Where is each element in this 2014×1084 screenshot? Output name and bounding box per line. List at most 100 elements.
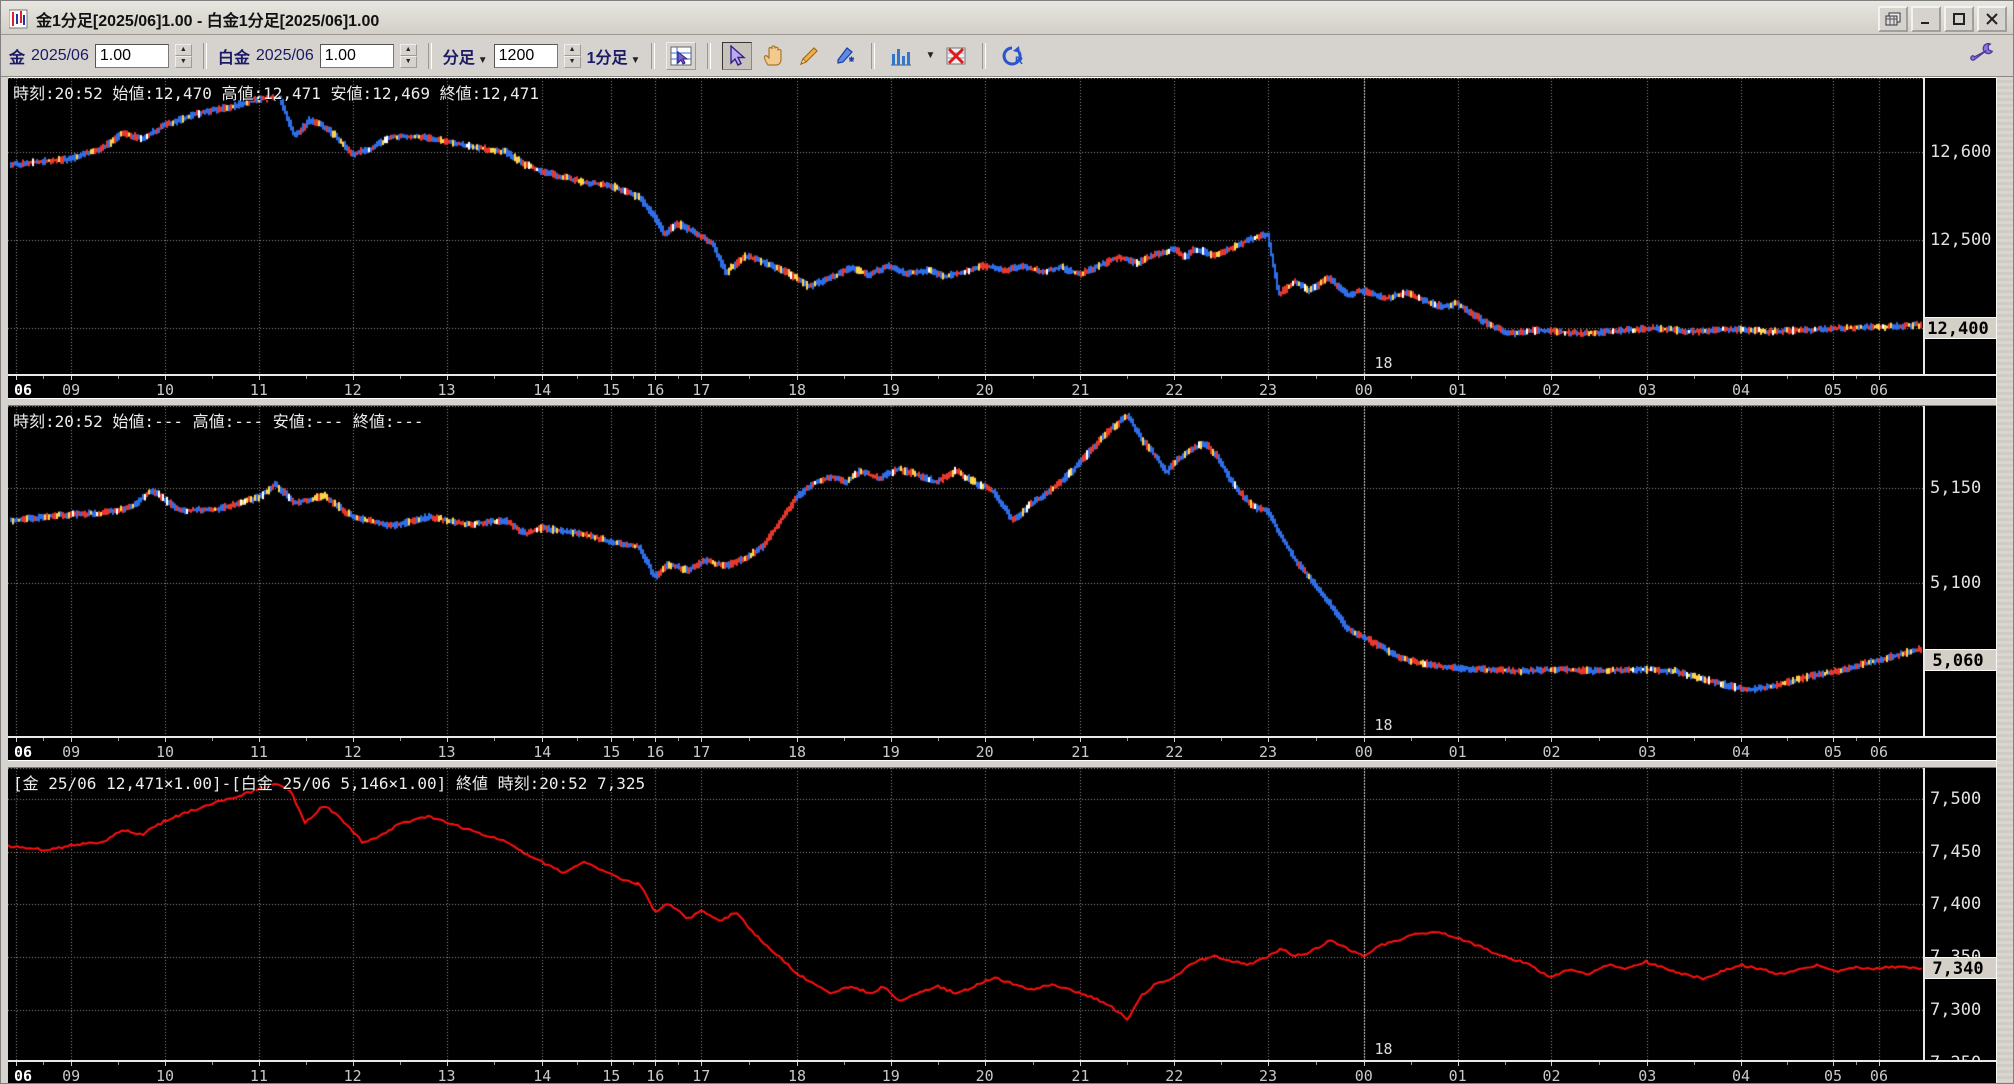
time-tick-label: 04 [1732,381,1751,399]
time-tick-label: 22 [1165,743,1184,761]
spinner-up-icon[interactable]: ▲ [563,43,581,56]
reload-button[interactable]: R [997,42,1027,70]
time-tick-label: 20 [975,381,994,399]
time-tick-label: 23 [1259,1067,1278,1084]
time-tick-label: 02 [1542,743,1561,761]
time-tick-label: 05 [1823,381,1843,399]
draw-pencil-button[interactable] [794,42,824,70]
time-tick-label: 17 [692,381,711,399]
gold-candlestick-canvas[interactable] [8,78,1923,374]
indicator-histogram-button[interactable] [886,42,916,70]
time-tick-label: 15 [602,743,621,761]
platinum-multiplier-spinner[interactable]: ▲ ▼ [399,43,417,68]
gold-plot-area[interactable]: 時刻:20:52 始値:12,470 高値:12,471 安値:12,469 終… [8,78,1923,374]
indicator-remove-button[interactable] [941,42,971,70]
toolbar-separator [707,42,712,69]
date-label: 18 [1374,716,1393,734]
price-tick-label: 12,600 [1930,142,1992,162]
toolbar-separator [982,42,987,69]
current-price-badge: 12,400 [1925,317,1997,340]
price-tick-label: 12,500 [1930,230,1992,251]
time-tick-label: 22 [1165,1067,1184,1084]
chevron-down-icon: ▼ [477,54,488,66]
float-window-button[interactable] [1878,6,1908,32]
interval-dropdown[interactable]: 1分足 ▼ [587,44,641,68]
spinner-up-icon[interactable]: ▲ [174,43,192,56]
time-tick-label: 17 [692,743,711,761]
platinum-multiplier-input[interactable] [319,43,394,68]
time-tick-label: 06 [1869,743,1888,761]
window-title: 金1分足[2025/06]1.00 - 白金1分足[2025/06]1.00 [36,13,380,30]
gold-symbol-label: 金 [9,49,26,67]
toolbar-separator [427,42,432,69]
time-tick-label: 19 [881,1067,900,1084]
window-right-frame[interactable] [1996,77,2013,1083]
time-tick-label: 03 [1638,743,1657,761]
spread-line-canvas[interactable] [8,768,1923,1060]
draw-marker-button[interactable] [830,42,860,70]
bar-count-spinner[interactable]: ▲ ▼ [563,43,581,68]
bar-type-dropdown[interactable]: 分足 ▼ [443,44,488,68]
price-tick-label: 7,450 [1930,841,1982,862]
gold-time-axis: 06 09 10 11 12 13 14 15 16 17 18 19 20 21 22 23 00 01 02 03… [8,374,1999,399]
platinum-plot-area[interactable]: 時刻:20:52 始値:--- 高値:--- 安値:--- 終値:--- 18 [8,406,1923,736]
spinner-down-icon[interactable]: ▼ [399,55,417,68]
select-cursor-button[interactable] [722,41,753,70]
platinum-chart-panel: 時刻:20:52 始値:--- 高値:--- 安値:--- 終値:--- 18 … [8,406,1999,761]
time-tick-label: 18 [787,1067,806,1084]
time-tick-label: 13 [437,1067,456,1084]
gold-ohlc-readout: 時刻:20:52 始値:12,470 高値:12,471 安値:12,469 終… [13,84,540,103]
platinum-candlestick-canvas[interactable] [8,406,1923,736]
chart-pointer-button[interactable] [666,41,697,70]
pan-hand-button[interactable] [758,42,788,70]
toolbar-separator [651,42,656,69]
time-tick-label: 06 [14,1067,33,1084]
title-bar[interactable]: 金1分足[2025/06]1.00 - 白金1分足[2025/06]1.00 [1,1,2013,35]
spread-price-axis: 7,5007,4507,4007,3507,3007,2507,340 [1925,768,1997,1083]
gold-multiplier-spinner[interactable]: ▲ ▼ [174,43,192,68]
time-tick-label: 09 [62,381,81,399]
spinner-down-icon[interactable]: ▼ [174,55,192,68]
time-tick-label: 21 [1071,1067,1090,1084]
time-tick-label: 19 [881,743,900,761]
spinner-up-icon[interactable]: ▲ [399,43,417,56]
time-tick-label: 15 [602,381,621,399]
close-button[interactable] [1977,6,2007,32]
maximize-button[interactable] [1944,6,1974,32]
time-tick-label: 23 [1259,743,1278,761]
time-tick-label: 05 [1823,1067,1843,1084]
time-tick-label: 11 [249,381,268,399]
spinner-down-icon[interactable]: ▼ [563,55,581,68]
minimize-button[interactable] [1911,6,1941,32]
chevron-down-icon[interactable]: ▼ [925,50,935,61]
spread-time-axis: 06 09 10 11 12 13 14 15 16 17 18 19 20 21 22 23 00 01 02 03… [8,1060,1999,1084]
spread-plot-area[interactable]: [金 25/06 12,471×1.00]-[白金 25/06 5,146×1.… [8,768,1923,1060]
time-tick-label: 12 [343,381,362,399]
bar-count-input[interactable] [493,43,558,68]
time-tick-label: 17 [692,1067,711,1084]
app-window: 金1分足[2025/06]1.00 - 白金1分足[2025/06]1.00 金… [0,0,2014,1084]
time-tick-label: 13 [437,743,456,761]
time-tick-label: 06 [1869,1067,1888,1084]
price-tick-label: 7,300 [1930,1000,1982,1021]
svg-text:R: R [1015,55,1023,67]
gold-multiplier-input[interactable] [94,43,169,68]
price-tick-label: 5,150 [1930,478,1982,499]
panel-splitter[interactable] [8,760,1997,768]
gold-chart-panel: 時刻:20:52 始値:12,470 高値:12,471 安値:12,469 終… [8,78,1999,399]
price-tick-label: 5,100 [1930,573,1982,594]
time-tick-label: 16 [646,743,665,761]
time-tick-label: 04 [1732,1067,1751,1084]
gold-contract-month: 2025/06 [31,46,89,64]
time-tick-label: 20 [975,1067,994,1084]
settings-wrench-icon[interactable] [1969,40,1995,71]
time-tick-label: 21 [1071,381,1090,399]
time-tick-label: 15 [602,1067,621,1084]
date-label: 18 [1374,1040,1393,1058]
time-tick-label: 10 [155,743,175,761]
time-tick-label: 00 [1354,743,1373,761]
time-tick-label: 12 [343,1067,362,1084]
panel-splitter[interactable] [8,398,1997,406]
spread-chart-panel: [金 25/06 12,471×1.00]-[白金 25/06 5,146×1.… [8,768,1999,1084]
price-tick-label: 7,500 [1930,788,1982,809]
